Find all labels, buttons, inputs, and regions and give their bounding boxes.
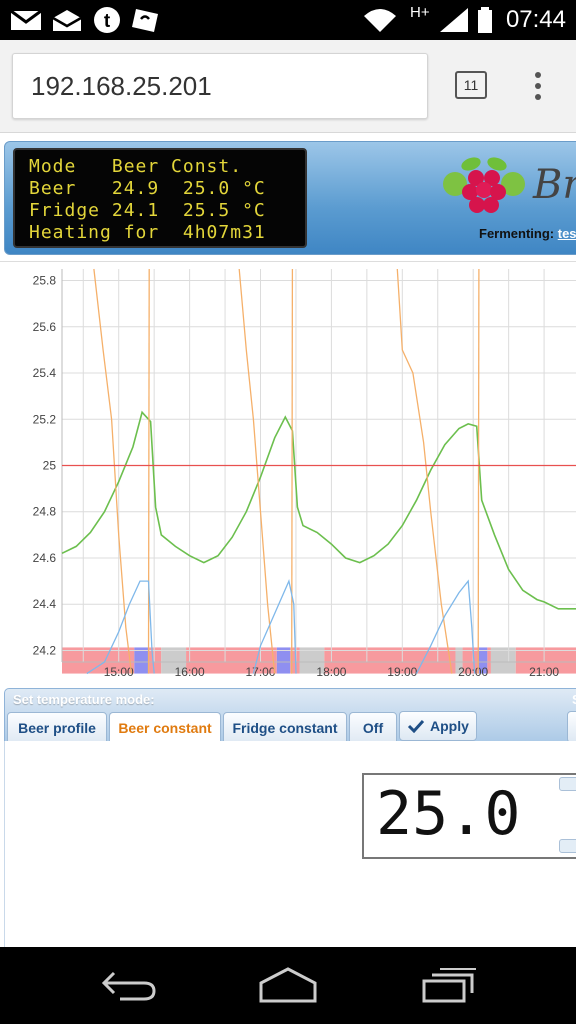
mail-icon [52,10,82,31]
x-tick-label: 17:00 [245,665,275,679]
apply-button[interactable]: Apply [399,711,477,741]
overflow-menu-icon[interactable] [530,70,546,102]
series-fridge-temp [147,268,150,674]
series-beer-temp [61,410,576,610]
network-type: H+ [410,4,430,21]
svg-text:t: t [104,11,111,32]
y-tick-label: 25.6 [33,320,57,334]
fermenting-label: Fermenting: [479,226,555,241]
chart-svg: 25.8 25.6 25.4 25.2 25 24.8 24.6 24.4 24.2 15:00 1… [33,268,576,679]
url-bar[interactable]: 192.168.25.201 [12,53,428,119]
brand-title: Br [533,162,576,208]
apply-label: Apply [430,718,469,734]
mode-panel: 25.0 [4,741,576,947]
decrease-button[interactable] [559,839,576,853]
y-tick-label: 25.8 [33,274,57,288]
status-bar: t H+ 07:44 [0,0,576,40]
series-fridge-temp [477,268,480,674]
lcd-line-4: Heating for 4h07m31 [29,222,266,243]
x-tick-label: 18:00 [316,665,346,679]
state-band-cooling [134,647,149,674]
temperature-mode-bar: Set temperature mode: S Beer profile Bee… [4,688,576,746]
mode-title: Set temperature mode: [13,692,155,707]
fermenting-status: Fermenting: test [479,226,576,241]
checkmark-icon [407,719,425,733]
web-page: Mode Beer Const. Beer 24.9 25.0 °C Fridg… [0,133,576,947]
y-tick-label: 25 [43,459,57,473]
raspberry-pi-logo-icon [443,157,525,213]
status-clock: 07:44 [505,6,566,33]
increase-button[interactable] [559,777,576,791]
series-fridge-temp [291,268,294,674]
brewpi-header: Mode Beer Const. Beer 24.9 25.0 °C Fridg… [4,141,576,255]
temperature-chart: 25.8 25.6 25.4 25.2 25 24.8 24.6 24.4 24.2 15:00 1… [0,261,576,682]
x-tick-label: 21:00 [529,665,559,679]
y-tick-label: 24.8 [33,505,57,519]
tab-switcher-button[interactable]: 11 [455,71,487,99]
gmail-icon [10,9,42,30]
tab-off[interactable]: Off [349,712,397,744]
signal-icon [440,8,468,32]
beer-name-link[interactable]: test [558,226,576,241]
lcd-line-2: Beer 24.9 25.0 °C [29,178,266,199]
tab-beer-profile[interactable]: Beer profile [7,712,107,744]
android-nav-bar [0,947,576,1024]
back-icon[interactable] [100,965,158,1005]
series-fridge-temp [238,268,276,674]
setpoint-value: 25.0 [376,779,521,849]
tumblr-icon: t [94,7,120,33]
x-tick-label: 19:00 [387,665,417,679]
series-fridge-temp [396,268,453,674]
x-tick-label: 20:00 [458,665,488,679]
x-tick-label: 16:00 [175,665,205,679]
tab-fridge-constant[interactable]: Fridge constant [223,712,347,744]
url-text: 192.168.25.201 [31,71,212,101]
lcd-display: Mode Beer Const. Beer 24.9 25.0 °C Fridg… [13,148,307,248]
battery-icon [478,7,492,33]
state-band-cooling [276,647,291,674]
state-band-heating [148,647,162,674]
wifi-icon [364,9,396,32]
lcd-line-1: Mode Beer Const. [29,156,243,177]
setpoint-input[interactable]: 25.0 [362,773,576,859]
right-section-title: S [572,692,576,707]
lcd-line-3: Fridge 24.1 25.5 °C [29,200,266,221]
y-tick-label: 24.2 [33,643,57,657]
right-panel-button[interactable] [567,711,576,743]
recent-apps-icon[interactable] [420,965,478,1005]
y-tick-label: 25.2 [33,412,57,426]
state-band-idle [490,647,516,674]
x-tick-label: 15:00 [104,665,134,679]
home-icon[interactable] [257,965,319,1005]
browser-toolbar: 192.168.25.201 11 [0,40,576,133]
y-tick-label: 24.6 [33,551,57,565]
y-tick-label: 25.4 [33,366,57,380]
y-tick-label: 24.4 [33,597,57,611]
store-icon [132,9,158,32]
